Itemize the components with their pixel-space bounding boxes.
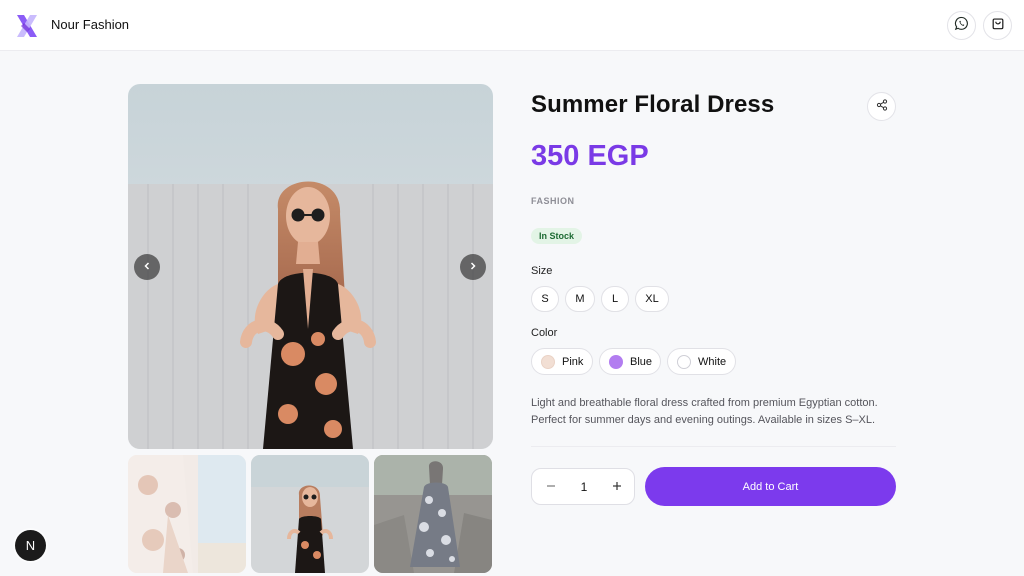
thumbnail-3[interactable] [374, 455, 492, 573]
x-logo-icon[interactable] [15, 13, 39, 39]
divider [531, 446, 896, 447]
cart-button[interactable] [983, 11, 1012, 40]
color-option-white[interactable]: White [667, 348, 736, 375]
white-swatch [677, 354, 691, 369]
minus-icon [546, 478, 556, 496]
dev-tools-badge[interactable]: N [15, 530, 46, 561]
size-option-xl[interactable]: XL [635, 286, 669, 312]
product-category: FASHION [531, 196, 575, 206]
decrease-quantity-button[interactable] [543, 479, 559, 495]
color-label: Color [531, 327, 558, 339]
next-image-button[interactable] [460, 254, 486, 280]
top-navbar: Nour Fashion [0, 0, 1024, 51]
color-option-label: Pink [562, 355, 584, 368]
stock-badge: In Stock [531, 228, 583, 244]
share-button[interactable] [867, 92, 896, 121]
quantity-stepper: 1 [531, 468, 635, 505]
brand-name[interactable]: Nour Fashion [51, 17, 129, 32]
color-option-label: White [698, 355, 727, 368]
plus-icon [612, 478, 622, 496]
size-option-s[interactable]: S [531, 286, 559, 312]
chevron-right-icon [468, 258, 478, 276]
product-main-image[interactable] [128, 84, 493, 449]
pink-swatch [541, 354, 555, 369]
quantity-value[interactable]: 1 [576, 480, 592, 494]
previous-image-button[interactable] [134, 254, 160, 280]
product-price: 350 EGP [531, 140, 649, 172]
product-title: Summer Floral Dress [531, 91, 775, 118]
share-icon [876, 98, 888, 116]
thumbnail-1[interactable] [128, 455, 246, 573]
color-option-label: Blue [630, 355, 653, 368]
whatsapp-button[interactable] [947, 11, 976, 40]
increase-quantity-button[interactable] [609, 479, 625, 495]
size-label: Size [531, 265, 553, 277]
size-option-m[interactable]: M [565, 286, 595, 312]
add-to-cart-button[interactable]: Add to Cart [645, 467, 896, 506]
product-description: Light and breathable floral dress crafte… [531, 397, 878, 426]
thumbnail-2[interactable] [251, 455, 369, 573]
blue-swatch [609, 354, 623, 369]
color-option-pink[interactable]: Pink [531, 348, 593, 375]
size-option-l[interactable]: L [601, 286, 629, 312]
chevron-left-icon [142, 258, 152, 276]
color-option-blue[interactable]: Blue [599, 348, 661, 375]
shopping-bag-icon [991, 16, 1005, 35]
whatsapp-icon [954, 16, 969, 36]
